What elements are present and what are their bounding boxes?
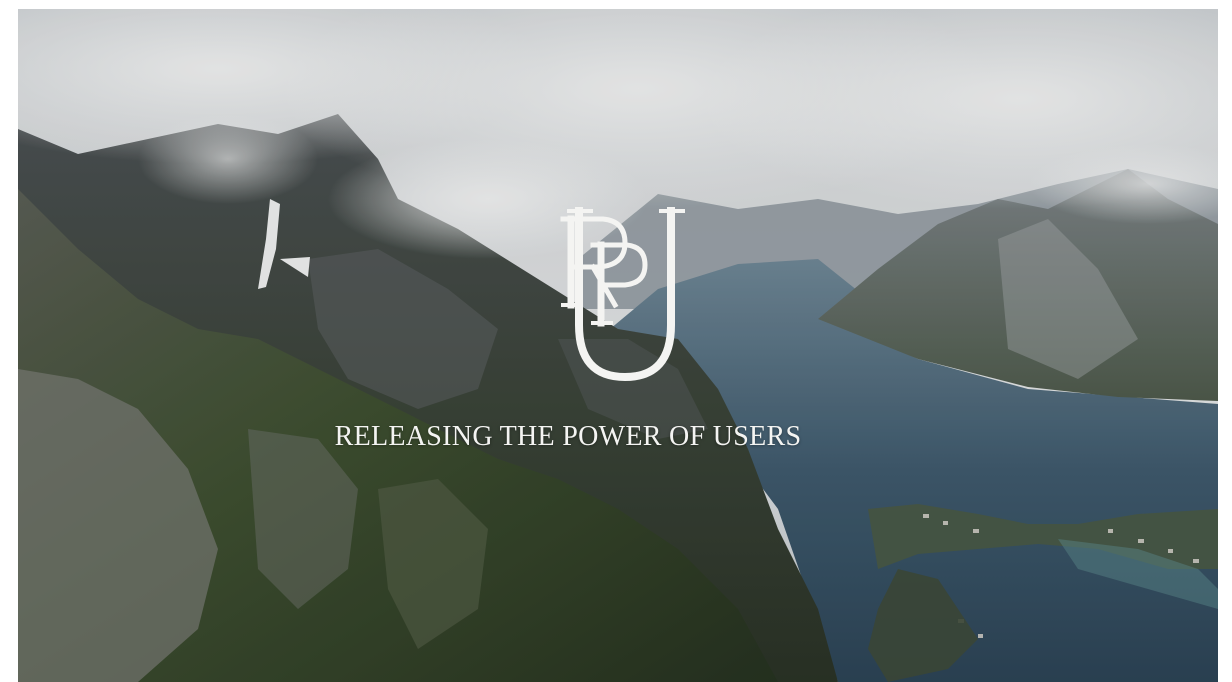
hero-banner: RELEASING THE POWER OF USERS [18, 9, 1218, 682]
tagline-text: RELEASING THE POWER OF USERS [334, 421, 802, 452]
slide-frame: RELEASING THE POWER OF USERS [0, 0, 1232, 682]
rpu-logo-icon [560, 207, 685, 382]
